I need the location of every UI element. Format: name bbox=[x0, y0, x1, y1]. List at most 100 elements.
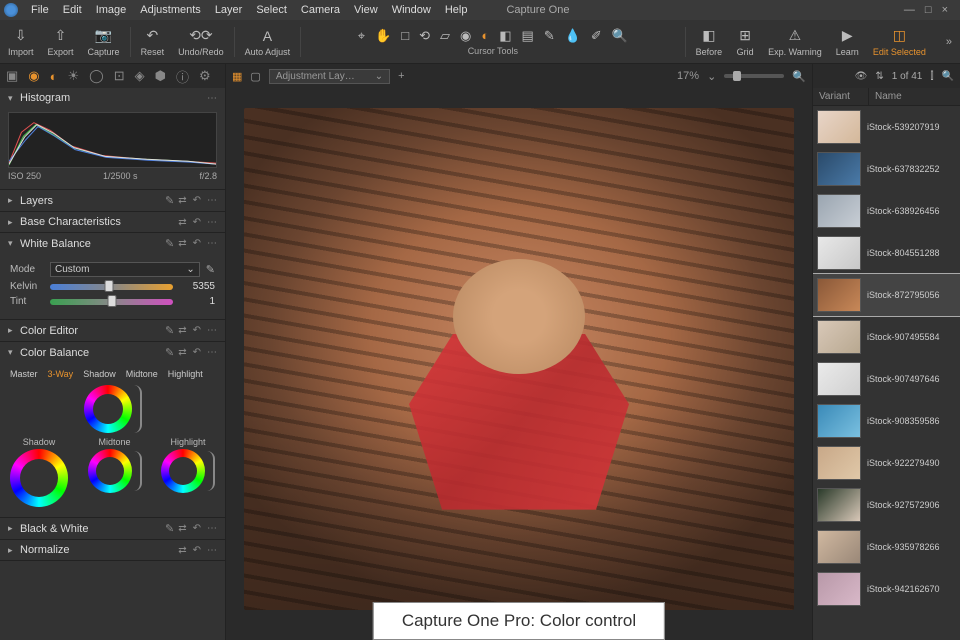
thumb-row[interactable]: iStock-927572906 bbox=[813, 484, 960, 526]
canvas[interactable]: Capture One Pro: Color control bbox=[226, 88, 812, 640]
metadata-tab-icon[interactable]: ⓘ bbox=[176, 67, 189, 86]
kelvin-value[interactable]: 5355 bbox=[179, 281, 215, 292]
menu-select[interactable]: Select bbox=[249, 2, 294, 18]
white-balance-header[interactable]: ▾White Balance✎⇄ ↶ ⋯ bbox=[0, 233, 225, 254]
midtone-wheel-top[interactable] bbox=[84, 385, 132, 433]
auto-adjust-button[interactable]: AAuto Adjust bbox=[245, 27, 291, 57]
zoom-slider[interactable] bbox=[724, 74, 784, 78]
single-view-icon[interactable]: ▢ bbox=[250, 70, 260, 83]
loupe-icon[interactable]: 🔍 bbox=[612, 28, 628, 44]
library-tab-icon[interactable]: ▣ bbox=[6, 68, 18, 84]
rotate-icon[interactable]: ⟲ bbox=[419, 28, 430, 44]
thumb-row[interactable]: iStock-539207919 bbox=[813, 106, 960, 148]
add-icon[interactable]: + bbox=[398, 70, 404, 82]
menu-edit[interactable]: Edit bbox=[56, 2, 89, 18]
keystone-icon[interactable]: ▱ bbox=[440, 28, 450, 44]
cb-tab-highlight[interactable]: Highlight bbox=[168, 369, 203, 379]
chevron-down-icon[interactable]: ⌄ bbox=[707, 70, 716, 83]
color-balance-header[interactable]: ▾Color Balance✎⇄ ↶ ⋯ bbox=[0, 342, 225, 363]
exp-warning-button[interactable]: ⚠Exp. Warning bbox=[768, 27, 822, 57]
menu-file[interactable]: File bbox=[24, 2, 56, 18]
shadow-wheel[interactable] bbox=[10, 449, 68, 507]
maximize-icon[interactable]: □ bbox=[925, 4, 932, 16]
thumb-row[interactable]: iStock-638926456 bbox=[813, 190, 960, 232]
mask-icon[interactable]: ◐ bbox=[481, 28, 489, 44]
menu-help[interactable]: Help bbox=[438, 2, 475, 18]
color-editor-header[interactable]: ▸Color Editor✎⇄ ↶ ⋯ bbox=[0, 320, 225, 341]
crop-icon[interactable]: □ bbox=[401, 28, 409, 44]
search-icon[interactable]: 🔍 bbox=[792, 70, 806, 83]
learn-button[interactable]: ▶Learn bbox=[836, 27, 859, 57]
hand-icon[interactable]: ✋ bbox=[375, 28, 391, 44]
eraser-icon[interactable]: ◧ bbox=[499, 28, 511, 44]
edit-selected-button[interactable]: ◫Edit Selected bbox=[873, 27, 926, 57]
pointer-icon[interactable]: ⌖ bbox=[358, 28, 365, 44]
cb-tab-master[interactable]: Master bbox=[10, 369, 38, 379]
tint-value[interactable]: 1 bbox=[179, 296, 215, 307]
thumb-row[interactable]: iStock-907495584 bbox=[813, 316, 960, 358]
thumb-row[interactable]: iStock-804551288 bbox=[813, 232, 960, 274]
gradient-icon[interactable]: ▤ bbox=[522, 28, 534, 44]
close-icon[interactable]: × bbox=[942, 4, 948, 16]
exposure-tab-icon[interactable]: ☀ bbox=[68, 68, 80, 84]
zoom-value[interactable]: 17% bbox=[677, 70, 699, 82]
cb-tab-midtone[interactable]: Midtone bbox=[126, 369, 158, 379]
eyedropper-icon[interactable]: 💧 bbox=[565, 28, 581, 44]
base-header[interactable]: ▸Base Characteristics⇄ ↶ ⋯ bbox=[0, 212, 225, 232]
sort-icon[interactable]: ⇅ bbox=[875, 71, 883, 82]
search-icon[interactable]: 🔍 bbox=[942, 71, 954, 82]
menu-adjustments[interactable]: Adjustments bbox=[133, 2, 208, 18]
output-tab-icon[interactable]: ⚙ bbox=[199, 68, 211, 84]
thumb-row[interactable]: iStock-637832252 bbox=[813, 148, 960, 190]
wb-mode-select[interactable]: Custom⌄ bbox=[50, 262, 200, 277]
bw-header[interactable]: ▸Black & White✎⇄ ↶ ⋯ bbox=[0, 518, 225, 539]
highlight-wheel[interactable] bbox=[161, 449, 205, 493]
eye-icon[interactable]: 👁 bbox=[855, 71, 868, 82]
layer-dropdown[interactable]: Adjustment Lay…⌄ bbox=[269, 69, 390, 84]
color-tab-icon[interactable]: ◐ bbox=[50, 69, 58, 84]
thumb-row[interactable]: iStock-872795056 bbox=[813, 274, 960, 316]
eyedropper-icon[interactable]: ✎ bbox=[206, 263, 215, 276]
menu-window[interactable]: Window bbox=[385, 2, 438, 18]
details-tab-icon[interactable]: ◈ bbox=[135, 68, 145, 84]
thumb-row[interactable]: iStock-922279490 bbox=[813, 442, 960, 484]
capture-button[interactable]: 📷Capture bbox=[88, 27, 120, 57]
layers-header[interactable]: ▸Layers✎⇄ ↶ ⋯ bbox=[0, 190, 225, 211]
before-button[interactable]: ◧Before bbox=[696, 27, 723, 57]
brush-icon[interactable]: ✎ bbox=[544, 28, 555, 44]
undo-redo-button[interactable]: ⟲⟳Undo/Redo bbox=[178, 27, 224, 57]
menu-view[interactable]: View bbox=[347, 2, 385, 18]
kelvin-slider[interactable] bbox=[50, 284, 173, 290]
thumb-row[interactable]: iStock-907497646 bbox=[813, 358, 960, 400]
histogram-header[interactable]: ▾ Histogram ⋯ bbox=[0, 88, 225, 108]
capture-tab-icon[interactable]: ◉ bbox=[28, 68, 39, 84]
swap-icon[interactable]: ⇄ bbox=[178, 195, 186, 206]
export-button[interactable]: ⇧Export bbox=[48, 27, 74, 57]
import-button[interactable]: ⇩Import bbox=[8, 27, 34, 57]
normalize-header[interactable]: ▸Normalize⇄ ↶ ⋯ bbox=[0, 540, 225, 560]
section-menu-icon[interactable]: ⋯ bbox=[207, 93, 217, 104]
adjust-tab-icon[interactable]: ⬢ bbox=[155, 68, 166, 84]
crop-tab-icon[interactable]: ⊡ bbox=[114, 68, 125, 84]
midtone-wheel[interactable] bbox=[88, 449, 132, 493]
filter-icon[interactable]: ⫿ bbox=[930, 71, 933, 82]
reset-button[interactable]: ↶Reset bbox=[141, 27, 165, 57]
menu-image[interactable]: Image bbox=[89, 2, 134, 18]
thumb-row[interactable]: iStock-908359586 bbox=[813, 400, 960, 442]
spot-icon[interactable]: ◉ bbox=[460, 28, 471, 44]
minimize-icon[interactable]: — bbox=[904, 4, 915, 16]
menu-layer[interactable]: Layer bbox=[208, 2, 250, 18]
tint-slider[interactable] bbox=[50, 299, 173, 305]
lens-tab-icon[interactable]: ◯ bbox=[89, 68, 104, 84]
annotation-icon[interactable]: ✐ bbox=[591, 28, 602, 44]
thumb-row[interactable]: iStock-942162670 bbox=[813, 568, 960, 610]
thumb-row[interactable]: iStock-935978266 bbox=[813, 526, 960, 568]
cb-tab-shadow[interactable]: Shadow bbox=[83, 369, 116, 379]
luminance-arc[interactable] bbox=[134, 385, 142, 433]
grid-view-icon[interactable]: ▦ bbox=[232, 70, 242, 83]
menu-camera[interactable]: Camera bbox=[294, 2, 347, 18]
reset-icon[interactable]: ↶ bbox=[193, 195, 201, 206]
cb-tab-3-way[interactable]: 3-Way bbox=[48, 369, 74, 379]
more-icon[interactable]: » bbox=[946, 36, 952, 48]
grid-button[interactable]: ⊞Grid bbox=[736, 27, 754, 57]
